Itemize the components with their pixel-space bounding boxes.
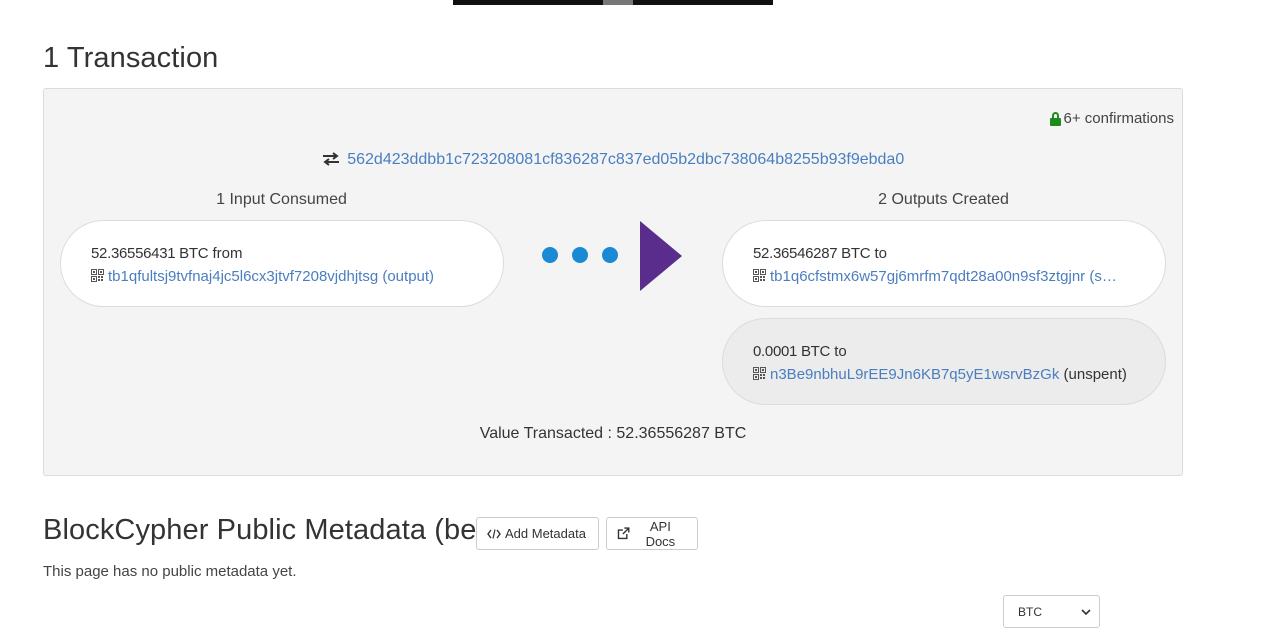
- input-item: 52.36556431 BTC from tb1qfultsj9tvfnaj4j…: [60, 220, 504, 307]
- value-amount: : 52.36556287 BTC: [607, 425, 747, 442]
- dot-icon: [602, 247, 618, 263]
- add-metadata-label: Add Metadata: [505, 526, 586, 541]
- dot-icon: [572, 247, 588, 263]
- output-direction: to: [874, 245, 887, 262]
- qrcode-icon[interactable]: [753, 269, 766, 282]
- value-label: Value Transacted: [479, 425, 604, 442]
- api-docs-label: API Docs: [645, 518, 676, 549]
- output-item: 52.36546287 BTC to tb1q6cfstmx6w57gj6mrf…: [722, 220, 1166, 307]
- output-address-link[interactable]: tb1q6cfstmx6w57gj6mrfm7qdt28a00n9sf3ztgj…: [770, 268, 1085, 285]
- output-direction: to: [834, 343, 847, 360]
- qrcode-icon[interactable]: [753, 367, 766, 380]
- lock-icon: [1049, 111, 1061, 126]
- transaction-panel: 6+ confirmations 562d423ddbb1c723208081c…: [43, 88, 1183, 476]
- code-icon: [487, 528, 501, 539]
- input-status-link[interactable]: (output): [382, 268, 434, 285]
- confirmations-text: 6+ confirmations: [1063, 110, 1174, 127]
- transactions-heading: 1 Transaction: [43, 42, 219, 74]
- top-image-banner: [453, 0, 773, 5]
- external-link-icon: [617, 527, 630, 540]
- metadata-heading: BlockCypher Public Metadata (beta): [43, 514, 511, 546]
- add-metadata-button[interactable]: Add Metadata: [476, 517, 599, 550]
- currency-select[interactable]: BTC: [1003, 595, 1100, 628]
- input-direction: from: [212, 245, 243, 262]
- flow-arrow-icon: [640, 221, 682, 291]
- output-item: 0.0001 BTC to n3Be9nbhuL9rEE9Jn6KB7q5yE1…: [722, 318, 1166, 405]
- input-address-link[interactable]: tb1qfultsj9tvfnaj4jc5l6cx3jtvf7208vjdhjt…: [108, 268, 378, 285]
- currency-selected-value: BTC: [1018, 604, 1042, 619]
- metadata-empty-note: This page has no public metadata yet.: [43, 563, 297, 580]
- qrcode-icon[interactable]: [91, 269, 104, 282]
- progress-dots: [542, 247, 618, 263]
- dot-icon: [542, 247, 558, 263]
- tx-hash-row: 562d423ddbb1c723208081cf836287c837ed05b2…: [44, 151, 1182, 169]
- chevron-down-icon: [1081, 608, 1091, 615]
- output-address-link[interactable]: n3Be9nbhuL9rEE9Jn6KB7q5yE1wsrvBzGk: [770, 366, 1059, 383]
- output-status: (unspent): [1063, 366, 1127, 383]
- outputs-heading: 2 Outputs Created: [878, 191, 1009, 208]
- input-amount: 52.36556431 BTC: [91, 245, 209, 262]
- output-status-link[interactable]: (s…: [1089, 268, 1117, 285]
- output-amount: 52.36546287 BTC: [753, 245, 871, 262]
- output-amount: 0.0001 BTC: [753, 343, 831, 360]
- exchange-icon: [322, 152, 339, 166]
- api-docs-button[interactable]: API Docs: [606, 517, 698, 550]
- tx-hash-link[interactable]: 562d423ddbb1c723208081cf836287c837ed05b2…: [347, 151, 904, 168]
- inputs-heading: 1 Input Consumed: [216, 191, 347, 208]
- confirmations-badge: 6+ confirmations: [1049, 110, 1174, 127]
- value-transacted: Value Transacted : 52.36556287 BTC: [44, 425, 1182, 443]
